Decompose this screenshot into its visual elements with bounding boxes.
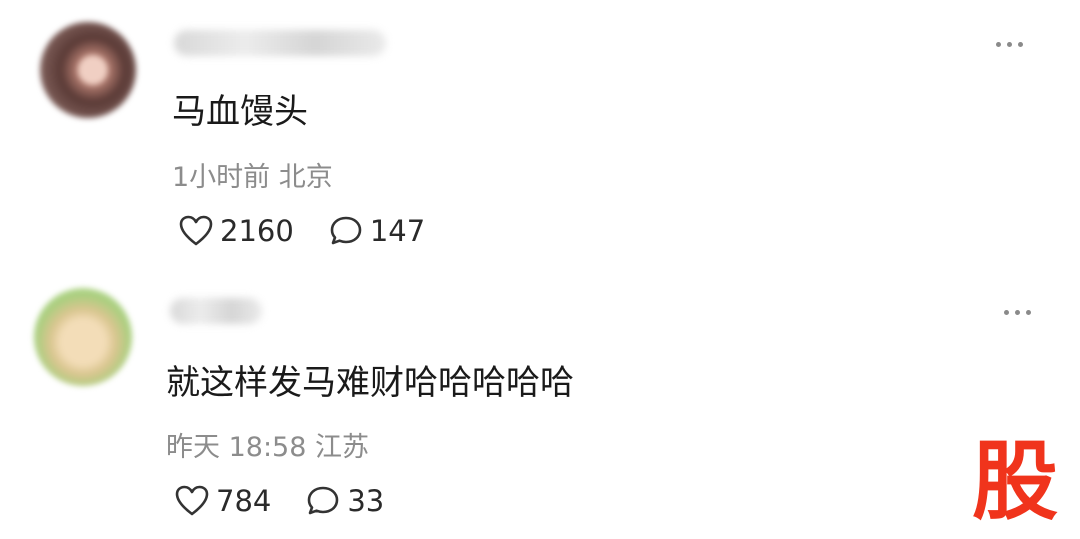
heart-icon	[175, 485, 209, 516]
username-blurred[interactable]	[170, 298, 262, 324]
more-dots-icon	[996, 42, 1001, 47]
like-button[interactable]: 784	[174, 484, 271, 518]
avatar[interactable]	[34, 288, 132, 386]
reply-button[interactable]: 147	[328, 214, 425, 248]
username-blurred[interactable]	[174, 30, 386, 56]
comment-bubble-icon	[330, 216, 362, 245]
heart-icon	[179, 215, 213, 246]
like-count: 784	[216, 484, 272, 518]
comment-text: 就这样发马难财哈哈哈哈哈	[166, 363, 574, 403]
watermark-logo: 股	[972, 432, 1058, 532]
more-options-button[interactable]	[1004, 310, 1031, 315]
comment-text: 马血馒头	[172, 92, 308, 132]
more-dots-icon	[1004, 310, 1009, 315]
like-button[interactable]: 2160	[178, 214, 294, 248]
more-options-button[interactable]	[996, 42, 1023, 47]
comment-meta: 昨天 18:58 江苏	[166, 432, 369, 463]
like-count: 2160	[220, 214, 294, 248]
reply-count: 147	[369, 214, 426, 248]
comment-actions: 784 33	[174, 484, 418, 518]
reply-count: 33	[347, 484, 385, 518]
comment-actions: 2160 147	[178, 214, 459, 248]
comment-meta: 1小时前 北京	[172, 162, 333, 193]
avatar[interactable]	[40, 22, 136, 118]
reply-button[interactable]: 33	[305, 484, 384, 518]
comment-bubble-icon	[308, 486, 339, 515]
